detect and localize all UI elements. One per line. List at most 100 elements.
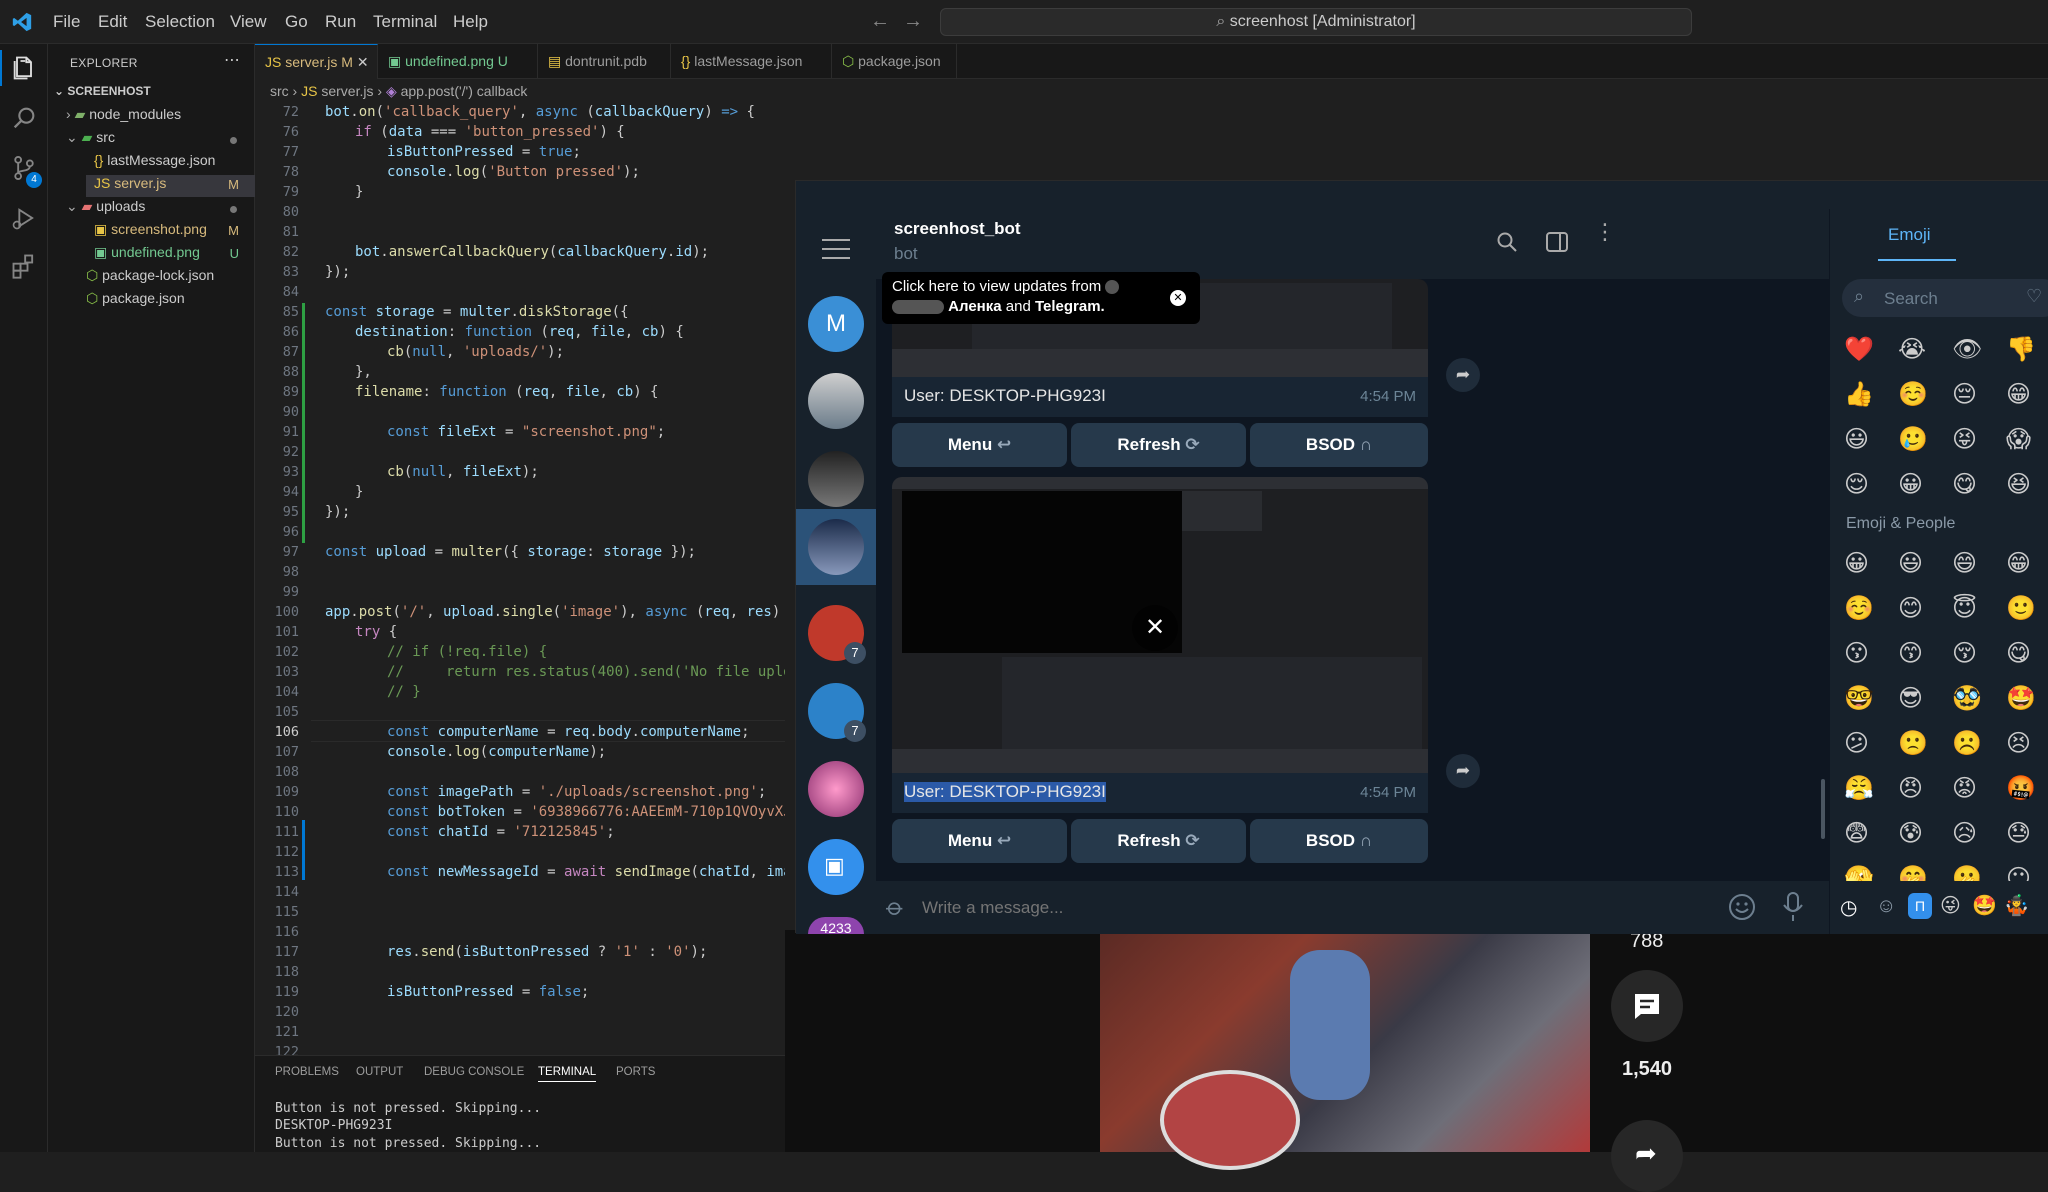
tree-item-node-modules[interactable]: › ▰ node_modules bbox=[66, 106, 255, 128]
run-debug-icon[interactable] bbox=[10, 204, 38, 232]
avatar[interactable]: 4233 bbox=[808, 917, 864, 934]
wallet-avatar[interactable]: ▣ bbox=[808, 839, 864, 895]
avatar[interactable] bbox=[808, 451, 864, 507]
emoji[interactable]: 🥸 bbox=[1952, 684, 1986, 718]
emoji[interactable]: 😙 bbox=[1898, 639, 1932, 673]
emoji[interactable]: 🤩 bbox=[2006, 684, 2040, 718]
search-icon[interactable] bbox=[10, 104, 38, 132]
emoji[interactable]: 😭 bbox=[1898, 335, 1932, 369]
emoji[interactable]: 👍 bbox=[1844, 380, 1878, 414]
breadcrumb-file[interactable]: server.js bbox=[321, 83, 373, 99]
chat-selected[interactable] bbox=[796, 509, 876, 585]
emoji[interactable]: 👁 bbox=[1952, 335, 1986, 369]
tree-item-undefined-png[interactable]: ▣ undefined.png U bbox=[94, 244, 255, 266]
menu-edit[interactable]: Edit bbox=[98, 12, 127, 32]
tree-item-package-lock[interactable]: ⬡ package-lock.json bbox=[86, 267, 255, 289]
emoji[interactable]: 😁 bbox=[2006, 549, 2040, 583]
emoji[interactable]: ☺️ bbox=[1898, 380, 1932, 414]
tab-server-js[interactable]: JS server.js M ✕ bbox=[255, 44, 378, 79]
emoji[interactable]: 🥲 bbox=[1898, 425, 1932, 459]
emoji[interactable]: 😔 bbox=[1952, 380, 1986, 414]
emoji[interactable]: ❤️ bbox=[1844, 335, 1878, 369]
menu-go[interactable]: Go bbox=[285, 12, 308, 32]
sidebar-toggle-icon[interactable] bbox=[1545, 231, 1569, 253]
emoji[interactable]: 🙂 bbox=[2006, 594, 2040, 628]
emoji[interactable]: 😆 bbox=[2006, 470, 2040, 504]
emoji[interactable]: 😨 bbox=[1844, 819, 1878, 853]
emoji[interactable]: 😝 bbox=[1952, 425, 1986, 459]
hamburger-menu-icon[interactable] bbox=[822, 239, 850, 259]
emoji[interactable]: 😣 bbox=[2006, 729, 2040, 763]
close-icon[interactable]: ✕ bbox=[357, 54, 369, 70]
tree-item-lastmessage[interactable]: {} lastMessage.json bbox=[94, 152, 255, 174]
emoji[interactable]: 👎 bbox=[2006, 335, 2040, 369]
emoji[interactable]: 😃 bbox=[1898, 549, 1932, 583]
tree-item-package-json[interactable]: ⬡ package.json bbox=[86, 290, 255, 312]
video-thumbnail[interactable] bbox=[1100, 930, 1590, 1170]
arrow-left-icon[interactable]: ← bbox=[870, 10, 890, 33]
panel-tab-debug-console[interactable]: DEBUG CONSOLE bbox=[424, 1066, 524, 1078]
sticker-icon[interactable]: 🤹 bbox=[2004, 893, 2029, 918]
emoji[interactable]: 😁 bbox=[2006, 380, 2040, 414]
tab-lastmessage-json[interactable]: {} lastMessage.json bbox=[671, 44, 832, 79]
emoji[interactable]: 😀 bbox=[1844, 549, 1878, 583]
refresh-button[interactable]: Refresh ⟳ bbox=[1071, 819, 1246, 863]
comments-button[interactable] bbox=[1611, 970, 1683, 1042]
panel-tab-problems[interactable]: PROBLEMS bbox=[275, 1066, 339, 1078]
emoji[interactable]: 😎 bbox=[1898, 684, 1932, 718]
emoji[interactable]: 🤬 bbox=[2006, 774, 2040, 808]
extensions-icon[interactable] bbox=[10, 252, 38, 280]
share-button[interactable]: ➦ bbox=[1611, 1120, 1683, 1192]
tree-item-server-js[interactable]: JS server.js M bbox=[86, 175, 255, 197]
code-editor[interactable]: 72 76 77 78 79 80 81 82 83 84 85 86 87 88 89 90 91 92 93 94… bbox=[255, 100, 785, 1055]
emoji[interactable]: 😚 bbox=[1952, 639, 1986, 673]
bsod-button[interactable]: BSOD ∩ bbox=[1250, 423, 1428, 467]
emoji[interactable]: 😗 bbox=[1844, 639, 1878, 673]
tree-item-uploads[interactable]: ⌄ ▰ uploads bbox=[66, 198, 255, 220]
emoji[interactable]: 😤 bbox=[1844, 774, 1878, 808]
close-icon[interactable]: ✕ bbox=[1132, 605, 1178, 651]
emoji[interactable]: ☺️ bbox=[1844, 594, 1878, 628]
emoji[interactable]: 😋 bbox=[2006, 639, 2040, 673]
updates-tooltip[interactable]: Click here to view updates from Аленка a… bbox=[882, 272, 1200, 324]
emoji[interactable]: 😇 bbox=[1952, 594, 1986, 628]
menu-view[interactable]: View bbox=[230, 12, 267, 32]
tab-package-json[interactable]: ⬡ package.json bbox=[832, 44, 957, 79]
emoji-tab[interactable]: Emoji bbox=[1888, 225, 1931, 245]
emoji[interactable]: 😥 bbox=[1952, 819, 1986, 853]
breadcrumb-src[interactable]: src bbox=[270, 83, 289, 99]
scrollbar[interactable] bbox=[1821, 779, 1825, 839]
forward-button[interactable]: ➦ bbox=[1446, 358, 1480, 392]
refresh-button[interactable]: Refresh ⟳ bbox=[1071, 423, 1246, 467]
arrow-right-icon[interactable]: → bbox=[903, 10, 923, 33]
smile-icon[interactable]: ☺ bbox=[1876, 895, 1896, 918]
recent-icon[interactable]: ◷ bbox=[1840, 895, 1857, 920]
emoji[interactable]: 😱 bbox=[2006, 425, 2040, 459]
menu-selection[interactable]: Selection bbox=[145, 12, 215, 32]
more-vertical-icon[interactable]: ⋮ bbox=[1594, 221, 1616, 243]
menu-button[interactable]: Menu ↩ bbox=[892, 423, 1067, 467]
breadcrumb-symbol[interactable]: app.post('/') callback bbox=[401, 83, 528, 99]
emoji[interactable]: 😀 bbox=[1898, 470, 1932, 504]
emoji[interactable]: ☹️ bbox=[1952, 729, 1986, 763]
tree-item-src[interactable]: ⌄ ▰ src bbox=[66, 129, 255, 151]
emoji[interactable]: 😰 bbox=[1898, 819, 1932, 853]
emoji-search[interactable]: ⌕ Search ♡ bbox=[1842, 279, 2048, 317]
emoji[interactable]: 😠 bbox=[1898, 774, 1932, 808]
avatar[interactable]: M bbox=[808, 296, 864, 352]
screenshot-image[interactable]: ✕ bbox=[892, 477, 1428, 777]
command-center-search[interactable]: ⌕ screenhost [Administrator] bbox=[940, 8, 1692, 36]
message-input[interactable] bbox=[922, 891, 1482, 925]
menu-file[interactable]: File bbox=[53, 12, 80, 32]
avatar[interactable] bbox=[808, 373, 864, 429]
emoji[interactable]: 😊 bbox=[1898, 594, 1932, 628]
explorer-icon[interactable] bbox=[10, 54, 38, 82]
menu-button[interactable]: Menu ↩ bbox=[892, 819, 1067, 863]
sticker-icon[interactable]: 😜 bbox=[1940, 893, 1961, 918]
emoji[interactable]: 🤓 bbox=[1844, 684, 1878, 718]
emoji[interactable]: 😃 bbox=[1844, 425, 1878, 459]
emoji[interactable]: 😌 bbox=[1844, 470, 1878, 504]
search-icon[interactable] bbox=[1496, 231, 1518, 253]
attach-icon[interactable]: ⌀ bbox=[880, 892, 911, 923]
tab-undefined-png[interactable]: ▣ undefined.png U bbox=[378, 44, 538, 79]
